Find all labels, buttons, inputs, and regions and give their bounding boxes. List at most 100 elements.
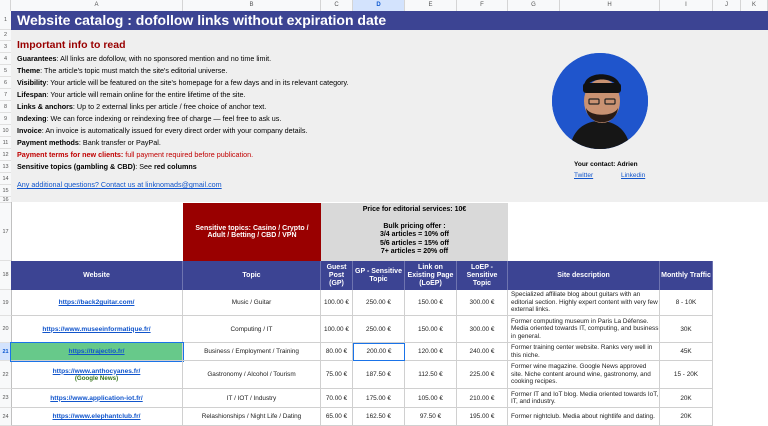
gp-sensitive-price[interactable]: 162.50 € [353, 408, 405, 426]
row-header[interactable]: 9 [0, 113, 11, 125]
monthly-traffic[interactable]: 20K [660, 408, 713, 426]
website-link[interactable]: https://www.anthocyanes.fr/ [53, 368, 141, 375]
topic-cell[interactable]: IT / IOT / Industry [183, 389, 321, 408]
website-link[interactable]: https://trajectio.fr/ [68, 348, 124, 355]
gp-sensitive-price[interactable]: 200.00 € [353, 343, 405, 361]
website-cell[interactable]: https://back2guitar.com/ [11, 290, 183, 316]
select-all-corner[interactable] [0, 0, 11, 11]
column-header-d[interactable]: D [353, 0, 405, 11]
loep-price[interactable]: 105.00 € [405, 389, 457, 408]
site-description[interactable]: Former training center website. Ranks ve… [508, 343, 660, 361]
row-header[interactable]: 1 [0, 11, 11, 30]
loep-sensitive-price[interactable]: 195.00 € [457, 408, 508, 426]
row-header[interactable]: 18 [0, 261, 11, 290]
topic-cell[interactable]: Computing / IT [183, 316, 321, 343]
row-header[interactable]: 10 [0, 125, 11, 137]
contact-email-link[interactable]: Contact us at linknomads@gmail.com [99, 180, 222, 189]
questions-link[interactable]: Any additional questions? [17, 180, 99, 189]
sensitive-topics-banner: Sensitive topics: Casino / Crypto / Adul… [183, 203, 321, 261]
topic-cell[interactable]: Business / Employment / Training [183, 343, 321, 361]
gp-sensitive-price[interactable]: 250.00 € [353, 290, 405, 316]
row-header[interactable]: 22 [0, 361, 11, 389]
loep-price[interactable]: 97.50 € [405, 408, 457, 426]
guest-post-price[interactable]: 80.00 € [321, 343, 353, 361]
row-header[interactable]: 8 [0, 101, 11, 113]
loep-sensitive-price[interactable]: 210.00 € [457, 389, 508, 408]
row-header[interactable]: 15 [0, 185, 11, 197]
row-header[interactable]: 12 [0, 149, 11, 161]
column-header-c[interactable]: C [321, 0, 353, 11]
loep-price[interactable]: 112.50 € [405, 361, 457, 389]
guest-post-price[interactable]: 75.00 € [321, 361, 353, 389]
monthly-traffic[interactable]: 8 - 10K [660, 290, 713, 316]
topic-cell[interactable]: Music / Guitar [183, 290, 321, 316]
twitter-link[interactable]: Twitter [574, 172, 593, 179]
topic-cell[interactable]: Gastronomy / Alcohol / Tourism [183, 361, 321, 389]
column-header-g[interactable]: G [508, 0, 560, 11]
topic-cell[interactable]: Relashionships / Night Life / Dating [183, 408, 321, 426]
monthly-traffic[interactable]: 30K [660, 316, 713, 343]
row-header[interactable]: 3 [0, 41, 11, 53]
site-description[interactable]: Former IT and IoT blog. Media oriented t… [508, 389, 660, 408]
website-cell[interactable]: https://www.elephantclub.fr/ [11, 408, 183, 426]
website-cell[interactable]: https://www.anthocyanes.fr/(Google News) [11, 361, 183, 389]
site-description[interactable]: Former wine magazine. Google News approv… [508, 361, 660, 389]
website-link[interactable]: https://www.museeinformatique.fr/ [42, 326, 150, 333]
loep-sensitive-price[interactable]: 240.00 € [457, 343, 508, 361]
row-header[interactable]: 11 [0, 137, 11, 149]
guest-post-price[interactable]: 100.00 € [321, 316, 353, 343]
row-header[interactable]: 21 [0, 343, 11, 361]
monthly-traffic[interactable]: 45K [660, 343, 713, 361]
website-link[interactable]: https://www.elephantclub.fr/ [52, 413, 140, 420]
loep-sensitive-price[interactable]: 225.00 € [457, 361, 508, 389]
column-header-k[interactable]: K [741, 0, 768, 11]
gp-sensitive-price[interactable]: 250.00 € [353, 316, 405, 343]
row-header[interactable]: 24 [0, 408, 11, 426]
guest-post-price[interactable]: 100.00 € [321, 290, 353, 316]
site-description[interactable]: Former computing museum in Paris La Défe… [508, 316, 660, 343]
row-header[interactable]: 6 [0, 77, 11, 89]
column-header-b[interactable]: B [183, 0, 321, 11]
row-header[interactable]: 20 [0, 316, 11, 343]
row-header[interactable]: 13 [0, 161, 11, 173]
loep-price[interactable]: 150.00 € [405, 290, 457, 316]
row-header[interactable]: 4 [0, 53, 11, 65]
row-header[interactable]: 2 [0, 30, 11, 41]
website-cell[interactable]: https://trajectio.fr/ [10, 342, 184, 362]
row-header[interactable]: 7 [0, 89, 11, 101]
column-header-a[interactable]: A [11, 0, 183, 11]
header-loep: Link on Existing Page (LoEP) [405, 261, 457, 290]
row-header[interactable]: 5 [0, 65, 11, 77]
monthly-traffic[interactable]: 15 - 20K [660, 361, 713, 389]
column-header-h[interactable]: H [560, 0, 660, 11]
row-header[interactable]: 19 [0, 290, 11, 316]
catalog-title: Website catalog : dofollow links without… [17, 12, 387, 28]
contact-avatar [552, 53, 648, 149]
info-line-questions[interactable]: Any additional questions? Contact us at … [17, 180, 222, 189]
loep-sensitive-price[interactable]: 300.00 € [457, 316, 508, 343]
website-link[interactable]: https://www.application-iot.fr/ [50, 395, 142, 402]
linkedin-link[interactable]: Linkedin [621, 172, 645, 179]
site-description[interactable]: Former nightclub. Media about nightlife … [508, 408, 660, 426]
guest-post-price[interactable]: 70.00 € [321, 389, 353, 408]
column-header-f[interactable]: F [457, 0, 508, 11]
row-header[interactable]: 14 [0, 173, 11, 185]
website-link[interactable]: https://back2guitar.com/ [59, 299, 135, 306]
column-header-j[interactable]: J [713, 0, 741, 11]
loep-sensitive-price[interactable]: 300.00 € [457, 290, 508, 316]
row-header[interactable]: 17 [0, 203, 11, 261]
gp-sensitive-price[interactable]: 175.00 € [353, 389, 405, 408]
column-header-i[interactable]: I [660, 0, 713, 11]
loep-price[interactable]: 150.00 € [405, 316, 457, 343]
website-cell[interactable]: https://www.museeinformatique.fr/ [11, 316, 183, 343]
bulk-title: Bulk pricing offer : [383, 223, 446, 231]
info-line-guarantees: Guarantees: All links are dofollow, with… [17, 54, 272, 63]
loep-price[interactable]: 120.00 € [405, 343, 457, 361]
site-description[interactable]: Specialized affiliate blog about guitars… [508, 290, 660, 316]
guest-post-price[interactable]: 65.00 € [321, 408, 353, 426]
gp-sensitive-price[interactable]: 187.50 € [353, 361, 405, 389]
monthly-traffic[interactable]: 20K [660, 389, 713, 408]
row-header[interactable]: 23 [0, 389, 11, 408]
website-cell[interactable]: https://www.application-iot.fr/ [11, 389, 183, 408]
column-header-e[interactable]: E [405, 0, 457, 11]
